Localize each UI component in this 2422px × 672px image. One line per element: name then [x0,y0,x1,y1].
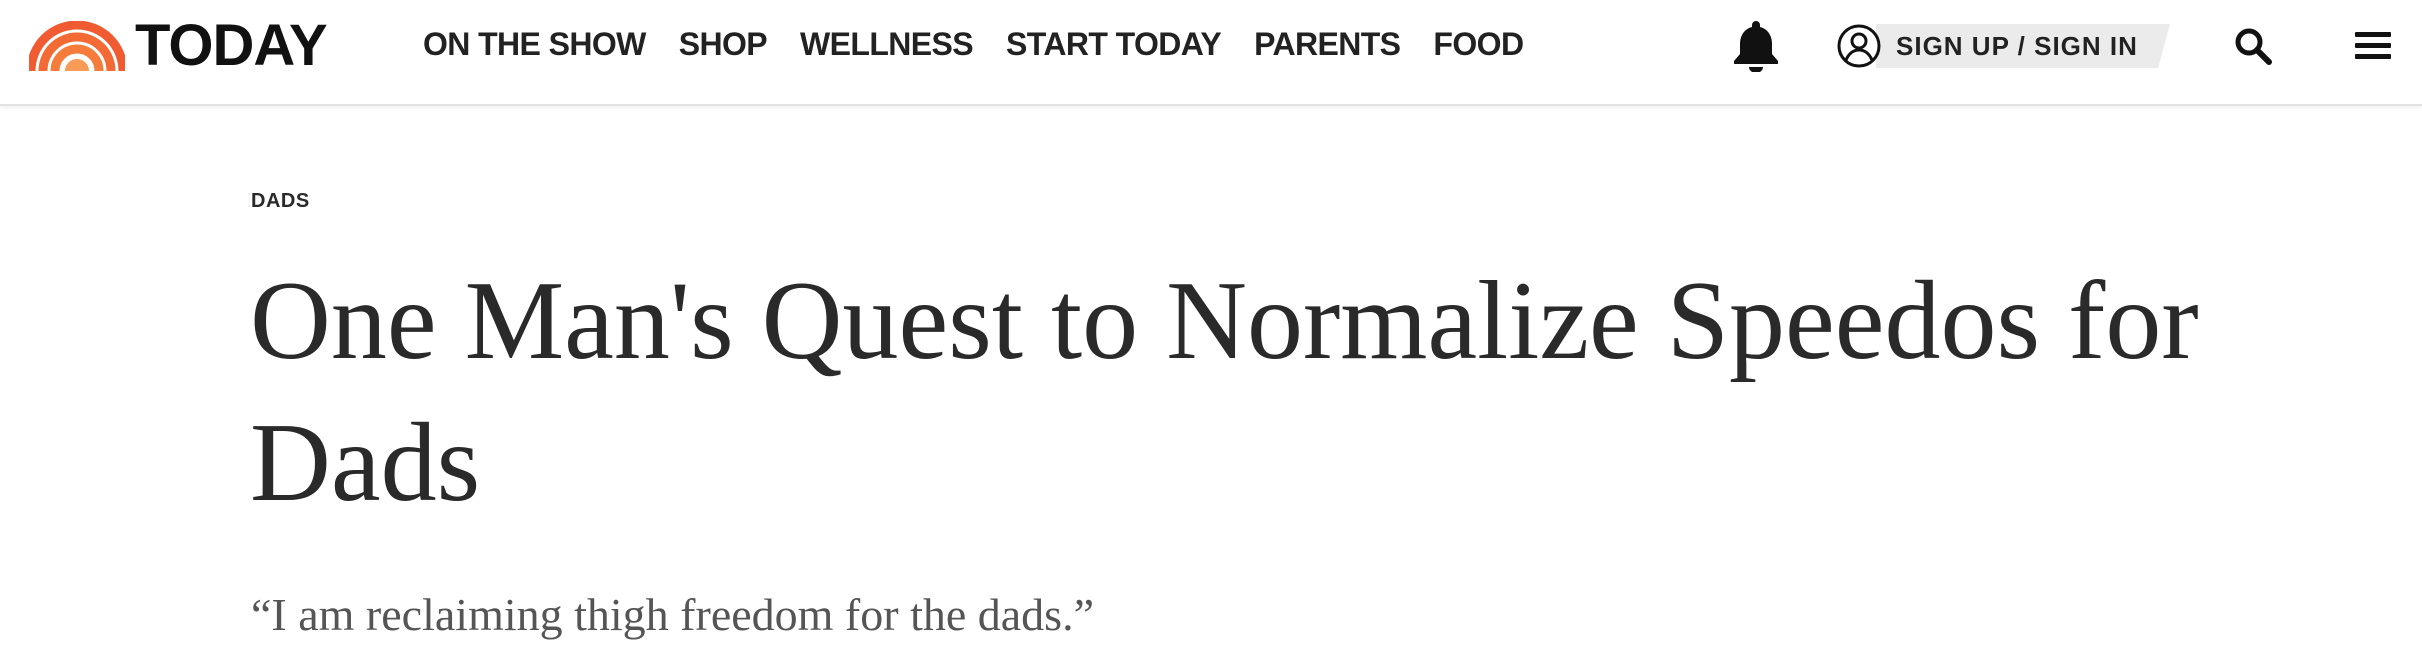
section-label-dads[interactable]: DADS [251,190,310,213]
search-icon[interactable] [2232,25,2274,67]
nav-item-on-the-show[interactable]: ON THE SHOW [423,26,646,63]
site-header: TODAY ON THE SHOW SHOP WELLNESS START TO… [0,0,2422,106]
article-headline: One Man's Quest to Normalize Speedos for… [250,259,2199,525]
article-dek: “I am reclaiming thigh freedom for the d… [251,589,1095,640]
sign-in-label: SIGN UP / SIGN IN [1896,30,2138,61]
nav-item-shop[interactable]: SHOP [679,26,768,63]
rainbow-logo-icon [29,21,125,71]
nav-item-food[interactable]: FOOD [1433,26,1524,63]
nav-item-parents[interactable]: PARENTS [1254,26,1401,63]
sign-in-pill: SIGN UP / SIGN IN [1876,24,2170,68]
nav-item-wellness[interactable]: WELLNESS [800,26,974,63]
logo-wordmark: TODAY [135,13,328,78]
nav-item-start-today[interactable]: START TODAY [1006,26,1222,63]
sign-in-button[interactable]: SIGN UP / SIGN IN [1836,22,2170,70]
user-circle-icon [1837,24,1881,68]
today-logo[interactable]: TODAY [29,13,328,78]
bell-icon[interactable] [1731,18,1781,72]
main-nav: ON THE SHOW SHOP WELLNESS START TODAY PA… [423,26,1524,63]
hamburger-menu-icon[interactable] [2353,28,2393,64]
